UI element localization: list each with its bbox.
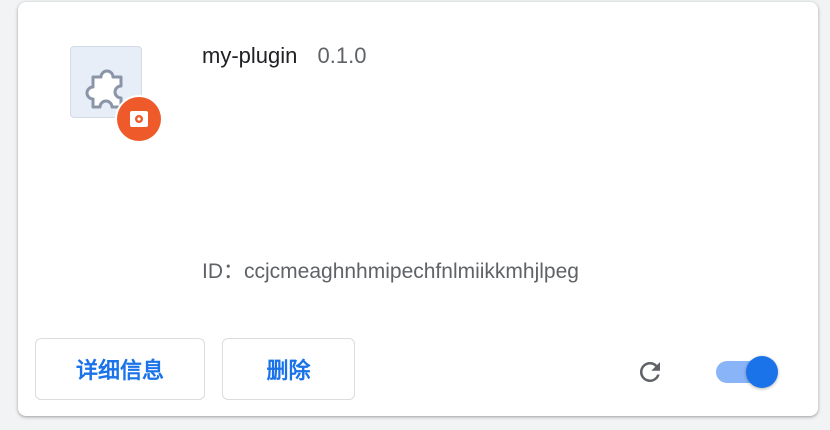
enable-toggle[interactable] <box>716 354 780 390</box>
extension-icon-group <box>70 46 161 141</box>
extension-card: my-plugin 0.1.0 ID：ccjcmeaghnhmipechfnlm… <box>18 2 818 416</box>
extension-name: my-plugin <box>202 43 298 68</box>
toggle-knob <box>746 356 778 388</box>
extension-id-value: ccjcmeaghnhmipechfnlmiikkmhjlpeg <box>244 260 579 283</box>
reload-button[interactable] <box>632 354 668 390</box>
reload-icon <box>639 362 660 382</box>
extension-id-label: ID： <box>202 260 244 283</box>
remove-button[interactable]: 删除 <box>222 338 355 400</box>
policy-badge-icon <box>117 97 161 141</box>
details-button[interactable]: 详细信息 <box>35 338 205 400</box>
extension-title-row: my-plugin 0.1.0 <box>202 42 366 70</box>
extension-version: 0.1.0 <box>317 43 367 68</box>
extension-id-row: ID：ccjcmeaghnhmipechfnlmiikkmhjlpeg <box>202 258 579 286</box>
